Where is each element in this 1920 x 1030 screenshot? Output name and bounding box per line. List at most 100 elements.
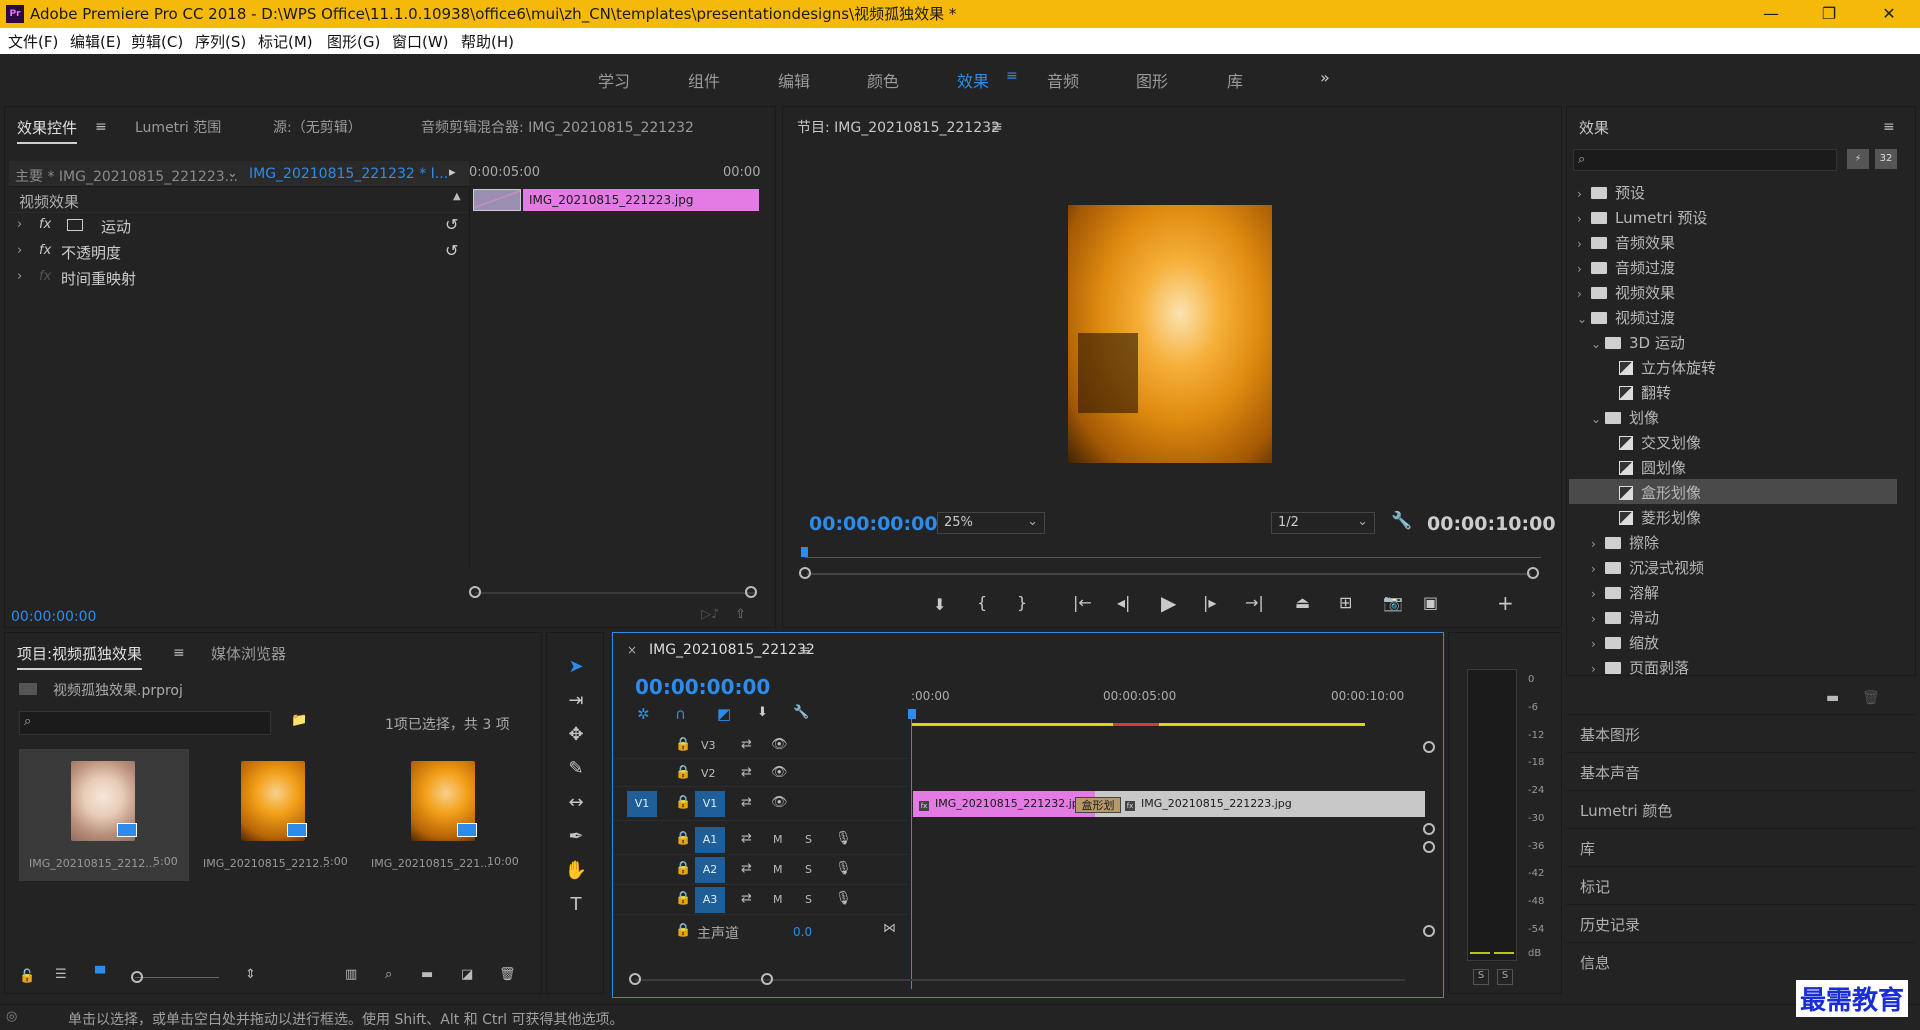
- automate-sequence-icon[interactable]: ▥: [345, 967, 357, 982]
- effect-row-opacity[interactable]: › fx 不透明度 ↺: [9, 239, 469, 265]
- workspace-menu-icon[interactable]: ≡: [1006, 68, 1018, 84]
- tab-project[interactable]: 项目:视频孤独效果: [17, 643, 143, 670]
- scroll-handle-left[interactable]: [799, 567, 811, 579]
- linked-selection-icon[interactable]: ◩: [717, 705, 731, 723]
- chevron-right-icon[interactable]: ›: [1591, 562, 1605, 576]
- chevron-right-icon[interactable]: ›: [1591, 612, 1605, 626]
- panel-menu-icon[interactable]: ≡: [1883, 119, 1895, 135]
- chevron-down-icon[interactable]: ⌄: [1591, 412, 1605, 426]
- timeline-clip[interactable]: fx IMG_20210815_221223.jpg: [1095, 791, 1425, 817]
- icon-view-icon[interactable]: ▀: [95, 967, 105, 982]
- export-icon[interactable]: ⇧: [735, 607, 746, 622]
- program-zoom-bar[interactable]: [807, 573, 1531, 575]
- sync-lock-icon[interactable]: ⇄: [741, 765, 752, 780]
- effects-tree-item[interactable]: 立方体旋转: [1569, 354, 1897, 379]
- chevron-right-icon[interactable]: ›: [1591, 637, 1605, 651]
- sync-lock-icon[interactable]: ⇄: [741, 891, 752, 906]
- type-tool-icon[interactable]: T: [560, 894, 592, 915]
- effects-tree-item[interactable]: › 滑动: [1569, 604, 1897, 629]
- snap-magnet-icon[interactable]: ∩: [675, 705, 686, 723]
- transform-box-icon[interactable]: [67, 219, 83, 231]
- zoom-slider-handle[interactable]: [131, 971, 143, 983]
- new-item-icon[interactable]: ◪: [461, 967, 473, 982]
- timeline-hscroll[interactable]: [635, 979, 1405, 981]
- go-to-in-icon[interactable]: |←: [1073, 593, 1092, 612]
- chevron-down-icon[interactable]: ⌄: [227, 166, 238, 181]
- menu-window[interactable]: 窗口(W): [392, 31, 449, 52]
- ec-timecode[interactable]: 00:00:00:00: [11, 609, 96, 625]
- eye-icon[interactable]: 👁: [771, 737, 788, 752]
- slip-tool-icon[interactable]: ↔: [560, 792, 592, 813]
- track-target-v1[interactable]: V1: [695, 791, 725, 817]
- track-select-tool-icon[interactable]: ⇥: [560, 690, 592, 711]
- workspace-learning[interactable]: 学习: [598, 68, 630, 92]
- zoom-slider[interactable]: [135, 977, 219, 978]
- chevron-right-icon[interactable]: ›: [1591, 587, 1605, 601]
- chevron-right-icon[interactable]: ›: [1577, 262, 1591, 276]
- tab-effect-controls[interactable]: 效果控件: [17, 117, 78, 144]
- lock-icon[interactable]: 🔒: [675, 737, 691, 752]
- project-item[interactable]: IMG_20210815_2212... 5:00: [19, 749, 189, 881]
- chevron-down-icon[interactable]: ⌄: [1591, 337, 1605, 351]
- track-target-a3[interactable]: A3: [695, 887, 725, 913]
- effects-title[interactable]: 效果: [1579, 117, 1609, 138]
- add-button-icon[interactable]: +: [1497, 591, 1514, 615]
- restore-icon[interactable]: ❐: [1806, 0, 1852, 28]
- chevron-right-icon[interactable]: ›: [1577, 237, 1591, 251]
- find-icon[interactable]: ⌕: [385, 967, 392, 982]
- scroll-handle[interactable]: [1423, 925, 1435, 937]
- lock-icon[interactable]: 🔓: [19, 969, 35, 984]
- microphone-icon[interactable]: 🎙: [835, 891, 852, 906]
- mute-button[interactable]: M: [773, 893, 783, 906]
- mute-button[interactable]: M: [773, 863, 783, 876]
- program-timecode[interactable]: 00:00:00:00: [809, 513, 938, 535]
- menu-graphics[interactable]: 图形(G): [327, 31, 380, 52]
- chevron-right-icon[interactable]: ›: [1591, 662, 1605, 676]
- lock-icon[interactable]: 🔒: [675, 923, 691, 938]
- effects-tree-item[interactable]: 盒形划像: [1569, 479, 1897, 504]
- project-item[interactable]: IMG_20210815_2212... 5:00: [189, 749, 359, 881]
- sync-lock-icon[interactable]: ⇄: [741, 795, 752, 810]
- timeline-clip[interactable]: fx IMG_20210815_221232.jpg: [913, 791, 1097, 817]
- collapse-up-icon[interactable]: ▲: [453, 191, 461, 202]
- tab-media-browser[interactable]: 媒体浏览器: [211, 643, 286, 664]
- reset-icon[interactable]: ↺: [445, 241, 458, 260]
- trash-icon[interactable]: 🗑: [499, 967, 516, 982]
- eye-icon[interactable]: 👁: [771, 765, 788, 780]
- panel-essential-sound[interactable]: 基本声音: [1566, 752, 1916, 788]
- list-view-icon[interactable]: ☰: [55, 967, 67, 982]
- timeline-timecode[interactable]: 00:00:00:00: [635, 675, 770, 699]
- playhead-handle[interactable]: [908, 709, 916, 719]
- hand-tool-icon[interactable]: ✋: [560, 860, 592, 881]
- microphone-icon[interactable]: 🎙: [835, 831, 852, 846]
- solo-button[interactable]: S: [805, 863, 812, 876]
- razor-tool-icon[interactable]: ✎: [560, 758, 592, 779]
- effects-tree-item[interactable]: 圆划像: [1569, 454, 1897, 479]
- microphone-icon[interactable]: 🎙: [835, 861, 852, 876]
- menu-edit[interactable]: 编辑(E): [70, 31, 121, 52]
- play-icon[interactable]: ▶: [1161, 591, 1176, 615]
- compare-icon[interactable]: ▣: [1423, 593, 1438, 612]
- effects-tree-item[interactable]: › 音频过渡: [1569, 254, 1897, 279]
- new-bin-icon[interactable]: ▬: [421, 967, 433, 982]
- trash-icon[interactable]: 🗑: [1862, 690, 1880, 706]
- new-bin-icon[interactable]: ▬: [1826, 690, 1839, 706]
- menu-help[interactable]: 帮助(H): [461, 31, 514, 52]
- sync-lock-icon[interactable]: ⇄: [741, 831, 752, 846]
- step-forward-icon[interactable]: |▸: [1203, 593, 1216, 612]
- solo-button[interactable]: S: [805, 833, 812, 846]
- chevron-right-icon[interactable]: ›: [1577, 287, 1591, 301]
- scroll-handle[interactable]: [1423, 741, 1435, 753]
- panel-libraries[interactable]: 库: [1566, 828, 1916, 864]
- effects-tree-item[interactable]: › 预设: [1569, 179, 1897, 204]
- effect-row-motion[interactable]: › fx 运动 ↺: [9, 213, 469, 239]
- chevron-right-icon[interactable]: ›: [1591, 537, 1605, 551]
- effects-tree-item[interactable]: › Lumetri 预设: [1569, 204, 1897, 229]
- scroll-handle-right[interactable]: [761, 973, 773, 985]
- effects-search-input[interactable]: ⌕: [1573, 149, 1837, 171]
- sync-lock-icon[interactable]: ⇄: [741, 737, 752, 752]
- solo-left-button[interactable]: S: [1473, 969, 1489, 985]
- add-marker-icon[interactable]: ⬇: [757, 705, 768, 720]
- menu-file[interactable]: 文件(F): [8, 31, 58, 52]
- go-to-end-icon[interactable]: ⋈: [883, 921, 896, 936]
